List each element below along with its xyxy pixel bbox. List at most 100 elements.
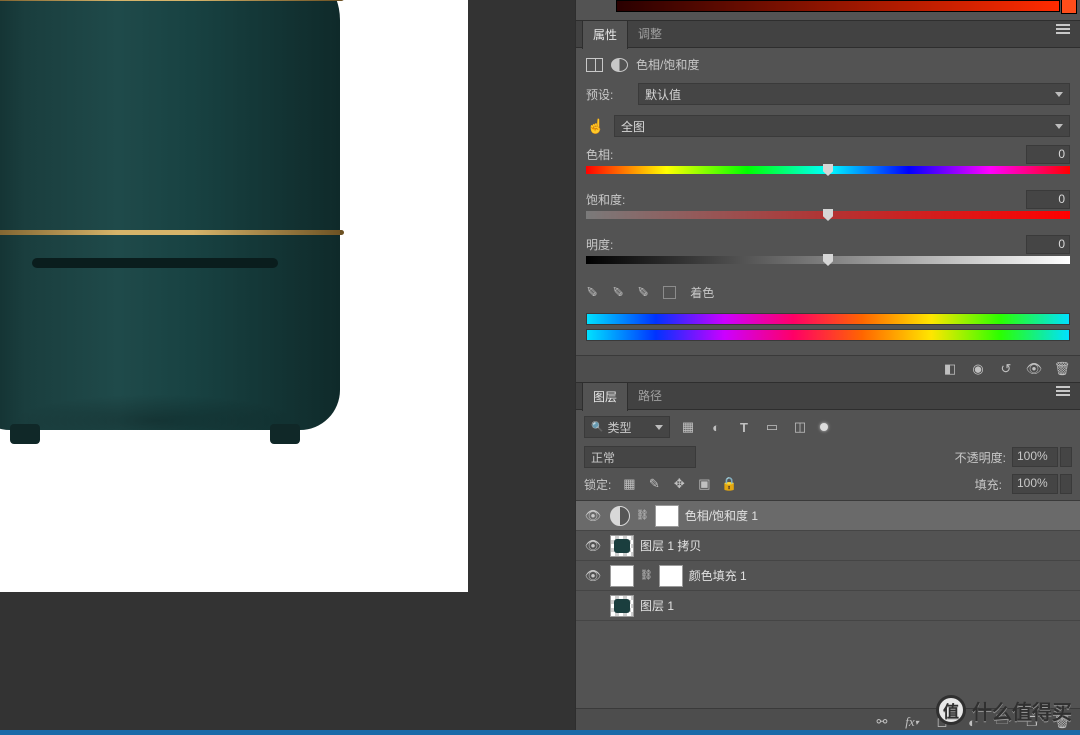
mask-thumb[interactable] (655, 505, 679, 527)
targeted-adjust-icon[interactable]: ☝ (586, 118, 606, 135)
preset-row: 预设: 默认值 (576, 79, 1080, 111)
hue-slider: 色相: 0 (576, 143, 1080, 188)
layer-thumb[interactable] (610, 535, 634, 557)
saturation-track[interactable] (586, 211, 1070, 219)
scope-select[interactable]: 全图 (614, 115, 1070, 137)
lock-position-icon[interactable]: ✥ (671, 477, 687, 491)
link-layers-icon[interactable]: ⚯ (874, 715, 890, 729)
fill-thumb[interactable] (610, 565, 634, 587)
colorize-checkbox[interactable] (663, 286, 676, 299)
tab-layers[interactable]: 图层 (582, 382, 628, 411)
preset-value: 默认值 (645, 86, 681, 103)
hue-value-input[interactable]: 0 (1026, 145, 1070, 164)
visibility-toggle[interactable]: 👁 (582, 508, 604, 524)
fx-icon[interactable]: fx▾ (904, 715, 920, 729)
hue-track[interactable] (586, 166, 1070, 174)
eyedropper-add-icon[interactable]: ✐ (612, 284, 624, 301)
lightness-slider: 明度: 0 (576, 233, 1080, 278)
lock-image-icon[interactable]: ✎ (646, 477, 662, 491)
layer-name[interactable]: 颜色填充 1 (689, 567, 747, 584)
hue-range-bars[interactable] (576, 309, 1080, 355)
panel-menu-icon[interactable] (1056, 28, 1072, 40)
layer-name[interactable]: 色相/饱和度 1 (685, 507, 758, 524)
opacity-input[interactable]: 100% (1012, 447, 1058, 467)
color-gradient[interactable] (616, 0, 1060, 12)
lock-transparent-icon[interactable]: ▦ (621, 477, 637, 491)
tab-properties[interactable]: 属性 (582, 20, 628, 49)
mask-thumb[interactable] (659, 565, 683, 587)
panel-menu-icon[interactable] (1056, 390, 1072, 402)
layer-row[interactable]: 👁 图层 1 拷贝 (576, 531, 1080, 561)
filter-smart-icon[interactable]: ◫ (792, 420, 808, 434)
saturation-value-input[interactable]: 0 (1026, 190, 1070, 209)
saturation-thumb[interactable] (823, 209, 833, 221)
clip-to-layer-icon[interactable]: ◧ (942, 362, 958, 376)
layers-panel-tabs: 图层 路径 (576, 382, 1080, 410)
layer-name[interactable]: 图层 1 (640, 597, 674, 614)
opacity-label: 不透明度: (955, 449, 1006, 466)
search-icon: 🔍 (591, 422, 603, 433)
hue-label: 色相: (586, 146, 613, 163)
view-previous-icon[interactable]: ◉ (970, 362, 986, 376)
visibility-toggle[interactable]: 👁 (582, 538, 604, 554)
filter-shape-icon[interactable]: ▭ (764, 420, 780, 434)
filter-type-icon[interactable]: T (736, 420, 752, 434)
blend-row: 正常 不透明度: 100% (576, 444, 1080, 470)
chevron-down-icon (1055, 92, 1063, 97)
watermark: 值 什么值得买 (936, 695, 1072, 725)
layer-row[interactable]: 图层 1 (576, 591, 1080, 621)
layer-filter-row: 🔍 类型 ▦ ◐ T ▭ ◫ (576, 410, 1080, 444)
layer-name[interactable]: 图层 1 拷贝 (640, 537, 701, 554)
lightness-value-input[interactable]: 0 (1026, 235, 1070, 254)
filter-kind-select[interactable]: 🔍 类型 (584, 416, 670, 438)
eyedropper-subtract-icon[interactable]: ✐ (637, 284, 649, 301)
layer-row[interactable]: 👁 ⛓ 颜色填充 1 (576, 561, 1080, 591)
adjustment-mask-icon (611, 58, 628, 72)
lock-artboard-icon[interactable]: ▣ (696, 477, 712, 491)
lightness-track[interactable] (586, 256, 1070, 264)
lightness-label: 明度: (586, 236, 613, 253)
reset-icon[interactable]: ↺ (998, 362, 1014, 376)
saturation-label: 饱和度: (586, 191, 625, 208)
fill-flyout-icon[interactable] (1060, 474, 1072, 494)
visibility-icon[interactable]: 👁 (1026, 362, 1042, 376)
current-color-swatch[interactable] (1061, 0, 1077, 14)
fill-input[interactable]: 100% (1012, 474, 1058, 494)
blend-mode-value: 正常 (591, 449, 615, 466)
tab-adjustments[interactable]: 调整 (628, 20, 672, 48)
layer-row[interactable]: 👁 ⛓ 色相/饱和度 1 (576, 501, 1080, 531)
scope-row: ☝ 全图 (576, 111, 1080, 143)
color-panel-fragment (576, 0, 1080, 20)
adjustment-icon (610, 506, 630, 526)
preset-label: 预设: (586, 86, 630, 103)
link-icon[interactable]: ⛓ (640, 570, 653, 581)
properties-panel-tabs: 属性 调整 (576, 20, 1080, 48)
hue-thumb[interactable] (823, 164, 833, 176)
layer-list[interactable]: 👁 ⛓ 色相/饱和度 1 👁 图层 1 拷贝 👁 ⛓ 颜色填充 1 图层 1 (576, 501, 1080, 708)
tab-paths[interactable]: 路径 (628, 382, 672, 410)
eyedropper-row: ✐ ✐ ✐ 着色 (576, 278, 1080, 309)
lock-row: 锁定: ▦ ✎ ✥ ▣ 🔒 填充: 100% (576, 470, 1080, 501)
eyedropper-icon[interactable]: ✐ (586, 284, 598, 301)
filter-toggle[interactable] (820, 423, 828, 431)
layer-thumb[interactable] (610, 595, 634, 617)
product-image (0, 0, 340, 430)
canvas-area[interactable] (0, 0, 575, 735)
visibility-toggle[interactable]: 👁 (582, 568, 604, 584)
opacity-flyout-icon[interactable] (1060, 447, 1072, 467)
document-canvas[interactable] (0, 0, 468, 592)
chevron-down-icon (1055, 124, 1063, 129)
properties-footer: ◧ ◉ ↺ 👁 🗑 (576, 355, 1080, 382)
lock-label: 锁定: (584, 476, 611, 493)
blend-mode-select[interactable]: 正常 (584, 446, 696, 468)
chevron-down-icon (655, 425, 663, 430)
link-icon[interactable]: ⛓ (636, 510, 649, 521)
filter-pixel-icon[interactable]: ▦ (680, 420, 696, 434)
filter-adjust-icon[interactable]: ◐ (708, 420, 724, 434)
lock-all-icon[interactable]: 🔒 (721, 477, 737, 491)
trash-icon[interactable]: 🗑 (1054, 362, 1070, 376)
preset-select[interactable]: 默认值 (638, 83, 1070, 105)
filter-kind-value: 类型 (607, 419, 631, 436)
lightness-thumb[interactable] (823, 254, 833, 266)
colorize-label: 着色 (690, 284, 714, 301)
